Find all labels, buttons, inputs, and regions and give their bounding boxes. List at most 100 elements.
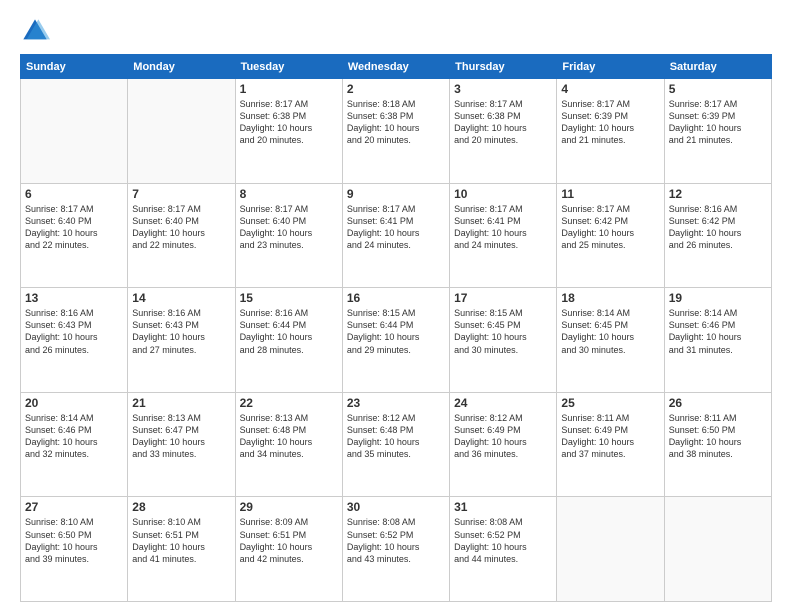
weekday-header-row: SundayMondayTuesdayWednesdayThursdayFrid… — [21, 55, 772, 79]
day-number: 18 — [561, 291, 659, 305]
day-info: Sunrise: 8:10 AM Sunset: 6:50 PM Dayligh… — [25, 516, 123, 565]
calendar-cell: 17Sunrise: 8:15 AM Sunset: 6:45 PM Dayli… — [450, 288, 557, 393]
calendar-cell: 3 Sunrise: 8:17 AM Sunset: 6:38 PM Daylig… — [450, 79, 557, 184]
day-info: Sunrise: 8:17 AM Sunset: 6:39 PM Dayligh… — [561, 98, 659, 147]
day-number: 13 — [25, 291, 123, 305]
week-row-3: 13 Sunrise: 8:16 AM Sunset: 6:43 PM Dayli… — [21, 288, 772, 393]
day-number: 20 — [25, 396, 123, 410]
weekday-wednesday: Wednesday — [342, 55, 449, 79]
calendar-cell: 21 Sunrise: 8:13 AM Sunset: 6:47 PM Dayli… — [128, 392, 235, 497]
day-number: 11 — [561, 187, 659, 201]
calendar-cell: 13 Sunrise: 8:16 AM Sunset: 6:43 PM Dayli… — [21, 288, 128, 393]
calendar-cell: 15 Sunrise: 8:16 AM Sunset: 6:44 PM Dayli… — [235, 288, 342, 393]
day-info: Sunrise: 8:16 AM Sunset: 6:44 PM Dayligh… — [240, 307, 338, 356]
day-number: 21 — [132, 396, 230, 410]
day-info: Sunrise: 8:08 AM Sunset: 6:52 PM Dayligh… — [454, 516, 552, 565]
calendar-cell: 22 Sunrise: 8:13 AM Sunset: 6:48 PM Dayli… — [235, 392, 342, 497]
day-info: Sunrise: 8:12 AM Sunset: 6:49 PM Dayligh… — [454, 412, 552, 461]
day-info: Sunrise: 8:16 AM Sunset: 6:43 PM Dayligh… — [132, 307, 230, 356]
calendar-cell — [21, 79, 128, 184]
weekday-friday: Friday — [557, 55, 664, 79]
day-info: Sunrise: 8:13 AM Sunset: 6:48 PM Dayligh… — [240, 412, 338, 461]
week-row-5: 27 Sunrise: 8:10 AM Sunset: 6:50 PM Dayli… — [21, 497, 772, 602]
calendar-cell: 30 Sunrise: 8:08 AM Sunset: 6:52 PM Dayli… — [342, 497, 449, 602]
day-info: Sunrise: 8:09 AM Sunset: 6:51 PM Dayligh… — [240, 516, 338, 565]
day-info: Sunrise: 8:17 AM Sunset: 6:38 PM Dayligh… — [454, 98, 552, 147]
weekday-thursday: Thursday — [450, 55, 557, 79]
calendar-cell: 23 Sunrise: 8:12 AM Sunset: 6:48 PM Dayli… — [342, 392, 449, 497]
day-number: 25 — [561, 396, 659, 410]
day-info: Sunrise: 8:17 AM Sunset: 6:42 PM Dayligh… — [561, 203, 659, 252]
day-info: Sunrise: 8:10 AM Sunset: 6:51 PM Dayligh… — [132, 516, 230, 565]
logo-icon — [20, 16, 50, 46]
day-number: 2 — [347, 82, 445, 96]
day-info: Sunrise: 8:11 AM Sunset: 6:49 PM Dayligh… — [561, 412, 659, 461]
calendar-cell: 24Sunrise: 8:12 AM Sunset: 6:49 PM Dayli… — [450, 392, 557, 497]
day-number: 17 — [454, 291, 552, 305]
day-info: Sunrise: 8:14 AM Sunset: 6:45 PM Dayligh… — [561, 307, 659, 356]
day-number: 23 — [347, 396, 445, 410]
calendar-cell: 6 Sunrise: 8:17 AM Sunset: 6:40 PM Daylig… — [21, 183, 128, 288]
day-info: Sunrise: 8:18 AM Sunset: 6:38 PM Dayligh… — [347, 98, 445, 147]
day-number: 27 — [25, 500, 123, 514]
calendar-cell: 28 Sunrise: 8:10 AM Sunset: 6:51 PM Dayli… — [128, 497, 235, 602]
day-info: Sunrise: 8:12 AM Sunset: 6:48 PM Dayligh… — [347, 412, 445, 461]
logo — [20, 16, 54, 46]
day-number: 8 — [240, 187, 338, 201]
day-info: Sunrise: 8:17 AM Sunset: 6:41 PM Dayligh… — [454, 203, 552, 252]
day-info: Sunrise: 8:17 AM Sunset: 6:40 PM Dayligh… — [25, 203, 123, 252]
calendar-cell: 2 Sunrise: 8:18 AM Sunset: 6:38 PM Daylig… — [342, 79, 449, 184]
day-number: 26 — [669, 396, 767, 410]
day-number: 28 — [132, 500, 230, 514]
day-info: Sunrise: 8:13 AM Sunset: 6:47 PM Dayligh… — [132, 412, 230, 461]
day-number: 4 — [561, 82, 659, 96]
weekday-tuesday: Tuesday — [235, 55, 342, 79]
day-info: Sunrise: 8:11 AM Sunset: 6:50 PM Dayligh… — [669, 412, 767, 461]
calendar-cell: 9Sunrise: 8:17 AM Sunset: 6:41 PM Daylig… — [342, 183, 449, 288]
day-number: 15 — [240, 291, 338, 305]
day-number: 7 — [132, 187, 230, 201]
day-info: Sunrise: 8:14 AM Sunset: 6:46 PM Dayligh… — [25, 412, 123, 461]
day-info: Sunrise: 8:08 AM Sunset: 6:52 PM Dayligh… — [347, 516, 445, 565]
day-info: Sunrise: 8:17 AM Sunset: 6:38 PM Dayligh… — [240, 98, 338, 147]
page: SundayMondayTuesdayWednesdayThursdayFrid… — [0, 0, 792, 612]
calendar-cell — [128, 79, 235, 184]
day-number: 9 — [347, 187, 445, 201]
day-number: 6 — [25, 187, 123, 201]
week-row-2: 6 Sunrise: 8:17 AM Sunset: 6:40 PM Daylig… — [21, 183, 772, 288]
weekday-sunday: Sunday — [21, 55, 128, 79]
day-number: 14 — [132, 291, 230, 305]
weekday-saturday: Saturday — [664, 55, 771, 79]
day-number: 19 — [669, 291, 767, 305]
calendar-cell: 12Sunrise: 8:16 AM Sunset: 6:42 PM Dayli… — [664, 183, 771, 288]
day-number: 30 — [347, 500, 445, 514]
calendar-cell: 4 Sunrise: 8:17 AM Sunset: 6:39 PM Daylig… — [557, 79, 664, 184]
calendar-cell: 27 Sunrise: 8:10 AM Sunset: 6:50 PM Dayli… — [21, 497, 128, 602]
day-number: 3 — [454, 82, 552, 96]
calendar-cell: 7 Sunrise: 8:17 AM Sunset: 6:40 PM Daylig… — [128, 183, 235, 288]
calendar-cell: 5 Sunrise: 8:17 AM Sunset: 6:39 PM Daylig… — [664, 79, 771, 184]
calendar-cell: 18 Sunrise: 8:14 AM Sunset: 6:45 PM Dayli… — [557, 288, 664, 393]
day-info: Sunrise: 8:15 AM Sunset: 6:44 PM Dayligh… — [347, 307, 445, 356]
day-number: 31 — [454, 500, 552, 514]
week-row-1: 1 Sunrise: 8:17 AM Sunset: 6:38 PM Daylig… — [21, 79, 772, 184]
calendar-cell: 14 Sunrise: 8:16 AM Sunset: 6:43 PM Dayli… — [128, 288, 235, 393]
day-number: 10 — [454, 187, 552, 201]
calendar-cell: 25 Sunrise: 8:11 AM Sunset: 6:49 PM Dayli… — [557, 392, 664, 497]
day-number: 5 — [669, 82, 767, 96]
day-info: Sunrise: 8:16 AM Sunset: 6:43 PM Dayligh… — [25, 307, 123, 356]
calendar-cell: 29Sunrise: 8:09 AM Sunset: 6:51 PM Dayli… — [235, 497, 342, 602]
calendar-cell: 26 Sunrise: 8:11 AM Sunset: 6:50 PM Dayli… — [664, 392, 771, 497]
week-row-4: 20 Sunrise: 8:14 AM Sunset: 6:46 PM Dayli… — [21, 392, 772, 497]
day-number: 1 — [240, 82, 338, 96]
calendar-cell: 16Sunrise: 8:15 AM Sunset: 6:44 PM Dayli… — [342, 288, 449, 393]
day-info: Sunrise: 8:14 AM Sunset: 6:46 PM Dayligh… — [669, 307, 767, 356]
calendar-cell — [557, 497, 664, 602]
day-number: 12 — [669, 187, 767, 201]
header — [20, 16, 772, 46]
calendar-cell: 1 Sunrise: 8:17 AM Sunset: 6:38 PM Daylig… — [235, 79, 342, 184]
day-number: 22 — [240, 396, 338, 410]
day-info: Sunrise: 8:17 AM Sunset: 6:39 PM Dayligh… — [669, 98, 767, 147]
calendar-cell: 31 Sunrise: 8:08 AM Sunset: 6:52 PM Dayli… — [450, 497, 557, 602]
day-info: Sunrise: 8:17 AM Sunset: 6:40 PM Dayligh… — [132, 203, 230, 252]
